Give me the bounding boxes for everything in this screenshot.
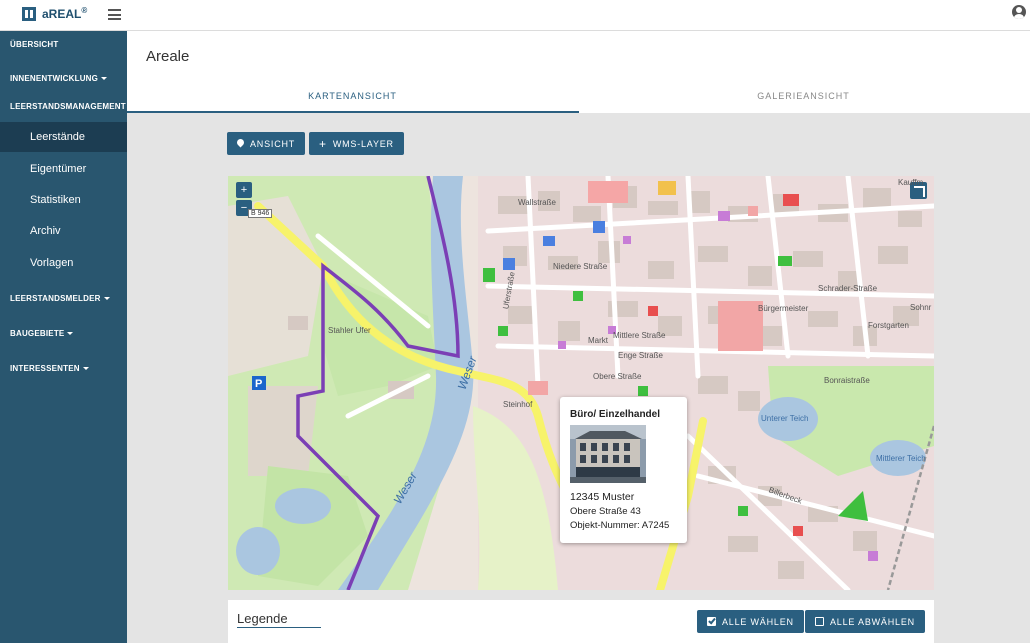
legend-title-underline [237,627,321,628]
deselect-all-label: ALLE ABWÄHLEN [830,616,915,627]
map-label-markt: Markt [588,336,608,345]
sidebar-item-label: Eigentümer [30,163,87,175]
property-popup[interactable]: Büro/ Einzelhandel 12345 Muster Obere St… [560,397,687,543]
sidebar-section-baugebiete[interactable]: BAUGEBIETE [10,329,74,338]
map-label-mittlere-strasse: Mittlere Straße [613,331,666,340]
top-bar: aREAL® [0,0,1030,31]
wms-layer-button-label: WMS-LAYER [332,138,394,149]
sidebar-item-vorlagen[interactable]: Vorlagen [0,248,127,278]
sidebar-section-innenentwicklung[interactable]: INNENENTWICKLUNG [10,74,108,83]
brand-logo[interactable]: aREAL® [22,6,87,21]
map-label-niedere-strasse: Niedere Straße [553,262,608,271]
map-label-mittlerer-teich: Mittlerer Teich [876,454,926,463]
sidebar-section-label: LEERSTANDSMANAGEMENT [10,102,126,111]
page-title: Areale [146,48,190,65]
popup-object-number: Objekt-Nummer: A7245 [570,520,670,531]
checkbox-empty-icon [815,617,824,626]
svg-text:P: P [255,378,262,390]
sidebar-item-label: Archiv [30,225,61,237]
page-header: Areale KARTENANSICHT GALERIEANSICHT [127,31,1030,113]
sidebar-section-label: BAUGEBIETE [10,329,65,338]
sidebar-section-leerstandsmanagement[interactable]: LEERSTANDSMANAGEMENT [10,102,135,111]
map-label-unterer-teich: Unterer Teich [761,414,809,423]
caret-down-icon [67,332,74,336]
map-zoom-in-button[interactable]: + [236,182,252,198]
select-all-button[interactable]: ALLE WÄHLEN [697,610,804,633]
map-label-sohnr: Sohnr [910,303,932,312]
map-label-stahler-ufer: Stahler Ufer [328,326,371,335]
popup-street: Obere Straße 43 [570,506,641,517]
tab-galerieansicht[interactable]: GALERIEANSICHT [578,91,1029,101]
plus-icon: + [319,136,327,151]
map-label-kauffm: Kauffm [898,178,924,187]
sidebar-item-eigentuemer[interactable]: Eigentümer [0,154,127,184]
wms-layer-button[interactable]: + WMS-LAYER [309,132,404,155]
user-account-icon[interactable] [1012,5,1026,19]
map-label-buergermeister: Bürgermeister [758,304,809,313]
ansicht-button-label: ANSICHT [250,138,296,149]
select-all-label: ALLE WÄHLEN [722,616,794,627]
map-pin-icon [237,139,244,148]
tab-kartenansicht[interactable]: KARTENANSICHT [127,91,578,101]
popup-city: 12345 Muster [570,491,635,503]
road-number-shield: B 946 [248,209,273,218]
property-photo-drawing [570,425,646,483]
map-label-wallstrasse: Wallstraße [518,198,556,207]
sidebar-section-label: LEERSTANDSMELDER [10,294,101,303]
sidebar-item-label: Statistiken [30,194,81,206]
popup-title: Büro/ Einzelhandel [570,409,661,420]
sidebar-section-leerstandsmelder[interactable]: LEERSTANDSMELDER [10,294,110,303]
map-view[interactable]: P + − B 946 Stahler Ufer Weser Weser Mar… [228,176,934,590]
active-tab-indicator [127,111,579,113]
checkbox-checked-icon [707,617,716,626]
caret-down-icon [101,77,108,81]
sidebar-section-interessenten[interactable]: INTERESSENTEN [10,364,89,373]
sidebar-item-leerstaende[interactable]: Leerstände [0,122,127,152]
sidebar-section-label: INTERESSENTEN [10,364,80,373]
caret-down-icon [103,297,110,301]
brand-name: aREAL® [42,6,88,21]
ansicht-button[interactable]: ANSICHT [227,132,306,155]
caret-down-icon [82,367,89,371]
deselect-all-button[interactable]: ALLE ABWÄHLEN [805,610,925,633]
sidebar-item-label: Leerstände [30,131,86,143]
map-label-steinhof: Steinhof [503,400,533,409]
logo-icon [22,6,36,21]
sidebar-section-label: ÜBERSICHT [10,40,59,49]
map-label-obere-strasse: Obere Straße [593,372,642,381]
map-label-forstgarten: Forstgarten [868,321,909,330]
sidebar: ÜBERSICHT INNENENTWICKLUNG LEERSTANDSMAN… [0,31,135,643]
sidebar-section-label: INNENENTWICKLUNG [10,74,99,83]
hamburger-menu-icon[interactable] [108,9,121,20]
sidebar-section-uebersicht[interactable]: ÜBERSICHT [10,40,58,49]
map-label-bonraistrasse: Bonraistraße [824,376,870,385]
sidebar-item-statistiken[interactable]: Statistiken [0,185,127,215]
property-photo[interactable] [570,425,646,483]
map-label-schrader-strasse: Schrader-Straße [818,284,878,293]
legend-panel: Legende ALLE WÄHLEN ALLE ABWÄHLEN [228,600,934,643]
map-label-enge-strasse: Enge Straße [618,351,663,360]
sidebar-item-label: Vorlagen [30,257,74,269]
legend-title: Legende [237,611,288,626]
sidebar-item-archiv[interactable]: Archiv [0,216,127,246]
